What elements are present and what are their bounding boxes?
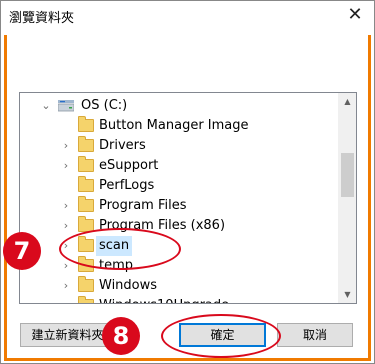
folder-icon	[78, 176, 94, 192]
tree-item-label: Button Manager Image	[99, 118, 249, 133]
chevron-right-icon[interactable]: ›	[60, 276, 72, 296]
tree-item-folder[interactable]: › eSupport	[20, 156, 340, 176]
tree-item-label: PerfLogs	[99, 178, 155, 193]
folder-icon	[78, 276, 94, 292]
drive-icon	[58, 100, 74, 112]
folder-icon	[78, 296, 94, 303]
folder-tree[interactable]: ⌄ OS (C:) Button Manager Image › Drivers…	[19, 92, 357, 304]
folder-icon	[78, 136, 94, 152]
dialog-title: 瀏覽資料夾	[9, 11, 75, 26]
step-marker-8: 8	[102, 317, 140, 355]
annotation-ellipse-scan	[59, 228, 181, 270]
annotation-ellipse-ok	[161, 314, 281, 358]
scroll-thumb[interactable]	[341, 153, 354, 197]
tree-item-folder[interactable]: › Program Files	[20, 196, 340, 216]
tree-item-folder[interactable]: › Drivers	[20, 136, 340, 156]
chevron-right-icon[interactable]: ›	[60, 216, 72, 236]
tree-item-folder[interactable]: PerfLogs	[20, 176, 340, 196]
folder-icon	[78, 116, 94, 132]
chevron-right-icon[interactable]: ›	[60, 196, 72, 216]
scroll-up-icon[interactable]: ▲	[339, 93, 356, 110]
chevron-right-icon[interactable]: ›	[60, 136, 72, 156]
vertical-scrollbar[interactable]: ▲ ▼	[338, 93, 356, 303]
tree-item-folder[interactable]: › Windows10Upgrade	[20, 296, 340, 303]
tree-item-label: eSupport	[99, 158, 159, 173]
close-icon[interactable]: ✕	[342, 1, 368, 29]
chevron-down-icon[interactable]: ⌄	[40, 96, 52, 116]
chevron-right-icon[interactable]: ›	[60, 296, 72, 303]
tree-item-folder[interactable]: › Windows	[20, 276, 340, 296]
tree-item-label: Program Files	[99, 198, 187, 213]
folder-icon	[78, 156, 94, 172]
tree-item-label: Windows10Upgrade	[99, 296, 229, 303]
folder-icon	[78, 196, 94, 212]
tree-item-label: OS (C:)	[81, 98, 128, 113]
scroll-down-icon[interactable]: ▼	[339, 286, 356, 303]
browse-folder-dialog: 瀏覽資料夾 ✕ ⌄ OS (C:) Button Manager Image ›…	[0, 0, 375, 364]
cancel-button[interactable]: 取消	[277, 323, 353, 347]
step-marker-7: 7	[3, 232, 41, 270]
tree-item-folder[interactable]: Button Manager Image	[20, 116, 340, 136]
tree-item-label: Drivers	[99, 138, 146, 153]
tree-item-label: Windows	[99, 278, 158, 293]
tree-item-folder[interactable]: › Program Files (x86)	[20, 216, 340, 236]
new-folder-button[interactable]: 建立新資料夾	[20, 323, 115, 347]
chevron-right-icon[interactable]: ›	[60, 156, 72, 176]
tree-item-drive[interactable]: ⌄ OS (C:)	[20, 96, 340, 116]
